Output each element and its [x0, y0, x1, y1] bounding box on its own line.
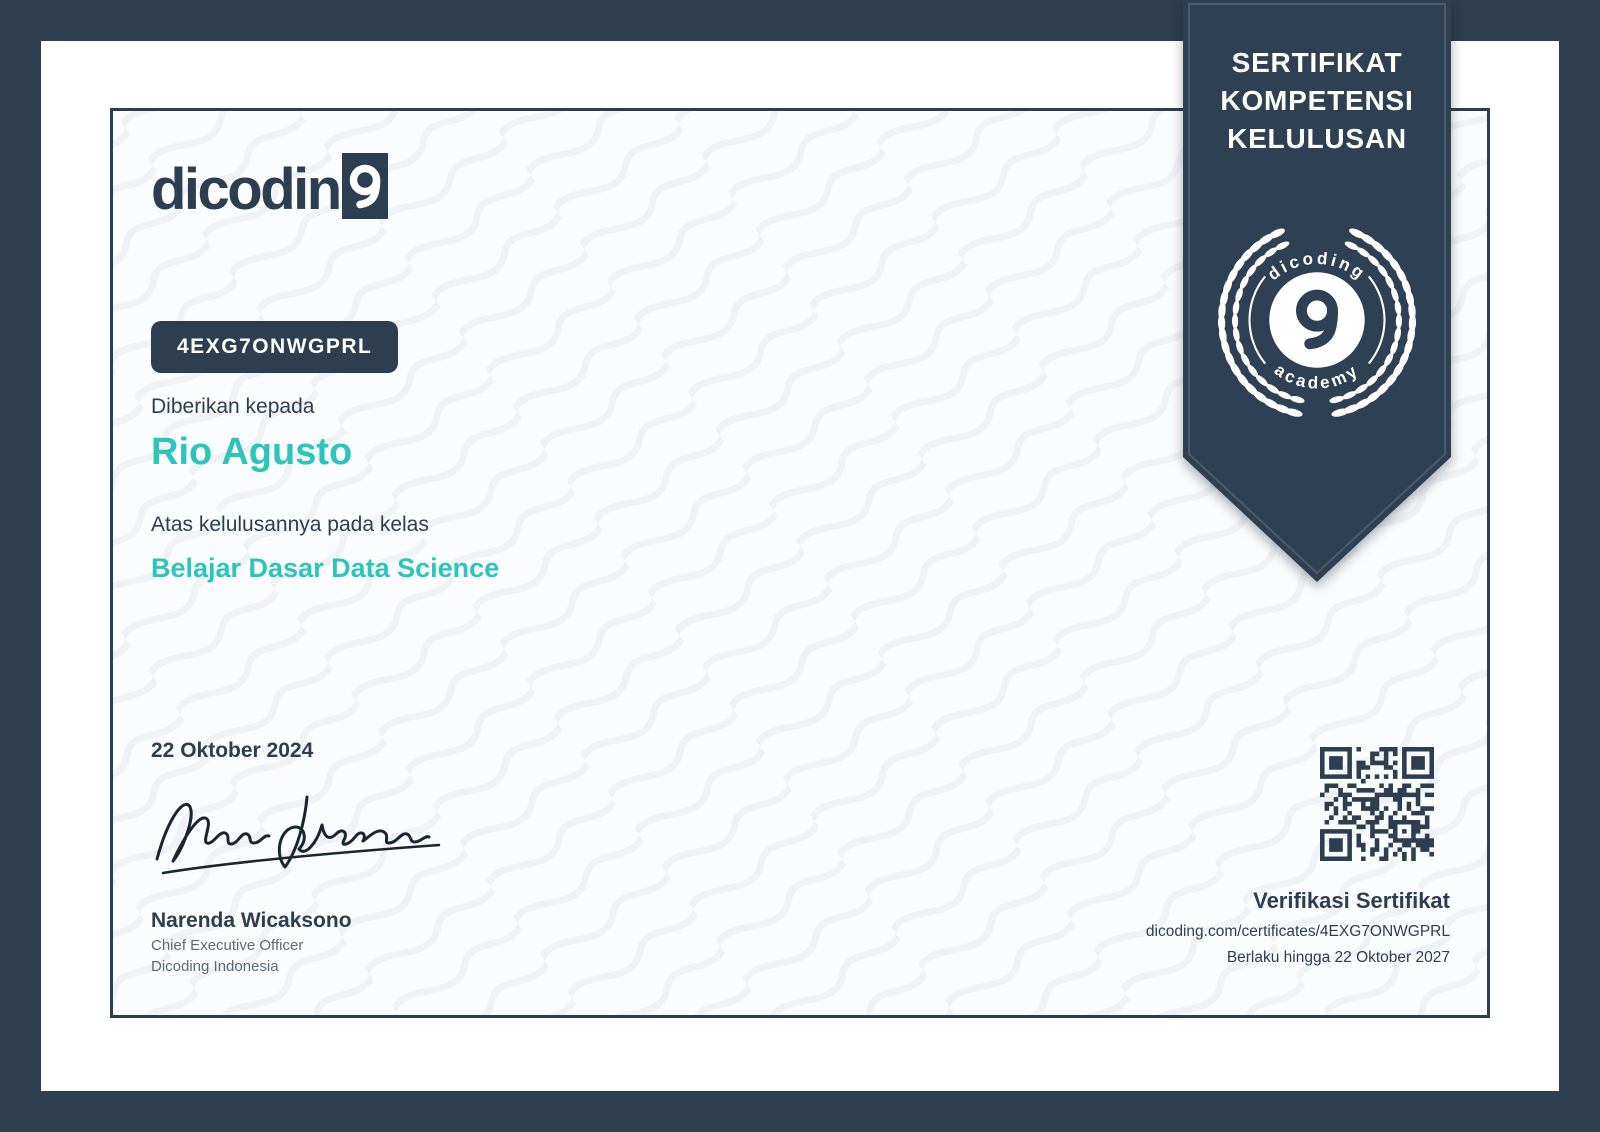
signer-name: Narenda Wicaksono — [151, 909, 352, 932]
recipient-name: Rio Agusto — [151, 431, 353, 473]
ribbon-title-line-1: SERTIFIKAT — [1231, 47, 1403, 78]
badge-center-circle — [1269, 272, 1365, 368]
certificate-code-badge: 4EXG7ONWGPRL — [151, 321, 399, 373]
verification-heading: Verifikasi Sertifikat — [1253, 888, 1450, 913]
verification-url[interactable]: dicoding.com/certificates/4EXG7ONWGPRL — [1030, 923, 1450, 941]
logo-wordmark: dicodin — [151, 157, 342, 222]
verification-block: Verifikasi Sertifikat dicoding.com/certi… — [1030, 747, 1450, 967]
signer-title: Chief Executive Officer — [151, 937, 304, 954]
qr-code-icon — [1320, 747, 1434, 866]
certificate-page: dicodin 4EXG7ONWGPRL Diberikan kepada Ri… — [0, 0, 1600, 1132]
signature-icon — [155, 795, 441, 875]
course-label: Atas kelulusannya pada kelas — [151, 513, 429, 536]
ribbon-title: SERTIFIKAT KOMPETENSI KELULUSAN — [1183, 44, 1451, 158]
dicoding-g-icon — [341, 153, 388, 219]
issue-date: 22 Oktober 2024 — [151, 739, 314, 762]
laurel-wreath-icon: dicoding academy — [1217, 228, 1417, 417]
ribbon-title-line-3: KELULUSAN — [1227, 123, 1407, 154]
dicoding-logo: dicodin — [151, 153, 388, 219]
signer-organization: Dicoding Indonesia — [151, 958, 279, 975]
ribbon-banner: SERTIFIKAT KOMPETENSI KELULUSAN dicoding… — [1183, 0, 1451, 582]
ribbon-title-line-2: KOMPETENSI — [1220, 85, 1414, 116]
given-to-label: Diberikan kepada — [151, 395, 315, 418]
signer-block: Narenda Wicaksono Chief Executive Office… — [151, 909, 352, 975]
course-title: Belajar Dasar Data Science — [151, 553, 500, 583]
validity-text: Berlaku hingga 22 Oktober 2027 — [1226, 949, 1450, 966]
